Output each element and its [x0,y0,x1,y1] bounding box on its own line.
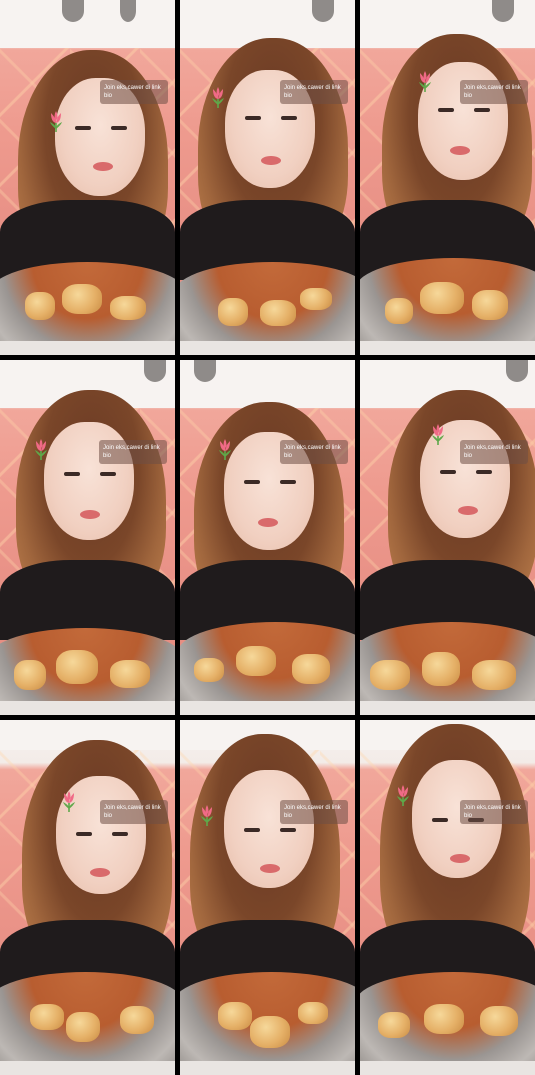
left-eye [245,116,261,120]
drip-blob [492,0,514,22]
food-piece [218,298,248,326]
lips [450,854,470,863]
food-piece [370,660,410,690]
right-eye [474,108,490,112]
table [0,701,175,715]
lips [80,510,100,519]
left-eye [76,832,92,836]
right-eye [112,832,128,836]
left-eye [64,472,80,476]
food-piece [236,646,276,676]
video-frame-8: Join eks,cawer di link bio [180,720,355,1075]
video-frame-5: Join eks,cawer di link bio [180,360,355,715]
lips [93,162,113,171]
table [360,341,535,355]
video-frame-2: Join eks,cawer di link bio [180,0,355,355]
lips [450,146,470,155]
face [224,770,314,888]
drip-blob [120,0,136,22]
food-piece [378,1012,410,1038]
food-piece [480,1006,518,1036]
right-eye [281,116,297,120]
right-eye [476,470,492,474]
drip-blob [312,0,334,22]
tulip-sticker-icon [397,785,409,806]
drip-blob [62,0,84,22]
food-piece [25,292,55,320]
food-piece [292,654,330,684]
lips [90,868,110,877]
caption-overlay: Join eks,cawer di link bio [100,80,168,104]
left-eye [440,470,456,474]
tulip-sticker-icon [432,424,444,445]
table [180,1061,355,1075]
table [0,341,175,355]
food-piece [120,1006,154,1034]
caption-overlay: Join eks,cawer di link bio [280,440,348,464]
food-piece [422,652,460,686]
caption-overlay: Join eks,cawer di link bio [280,800,348,824]
food-piece [194,658,224,682]
food-piece [110,296,146,320]
tulip-sticker-icon [219,439,231,460]
food-piece [110,660,150,688]
caption-overlay: Join eks,cawer di link bio [460,80,528,104]
food-piece [14,660,46,690]
food-piece [62,284,102,314]
right-eye [280,828,296,832]
caption-overlay: Join eks,cawer di link bio [460,440,528,464]
left-eye [75,126,91,130]
tulip-sticker-icon [201,805,213,826]
table [360,701,535,715]
food-piece [66,1012,100,1042]
right-eye [100,472,116,476]
caption-overlay: Join eks,cawer di link bio [460,800,528,824]
lips [261,156,281,165]
tulip-sticker-icon [63,791,75,812]
left-eye [432,818,448,822]
food-piece [260,300,296,326]
video-frame-4: Join eks,cawer di link bio [0,360,175,715]
table [180,701,355,715]
video-frame-9: Join eks,cawer di link bio [360,720,535,1075]
table [360,1061,535,1075]
food-piece [250,1016,290,1048]
food-piece [472,660,516,690]
food-piece [385,298,413,324]
drip-blob [144,360,166,382]
caption-overlay: Join eks,cawer di link bio [280,80,348,104]
tulip-sticker-icon [35,439,47,460]
food-piece [424,1004,464,1034]
food-piece [218,1002,252,1030]
caption-overlay: Join eks,cawer di link bio [100,800,168,824]
table [180,341,355,355]
caption-overlay: Join eks,cawer di link bio [99,440,167,464]
video-frame-1: Join eks,cawer di link bio [0,0,175,355]
food-piece [56,650,98,684]
lips [260,864,280,873]
top-strip [0,0,175,48]
lips [458,506,478,515]
drip-blob [194,360,216,382]
tulip-sticker-icon [419,71,431,92]
left-eye [244,828,260,832]
video-frame-3: Join eks,cawer di link bio [360,0,535,355]
food-piece [420,282,464,314]
food-piece [30,1004,64,1030]
left-eye [438,108,454,112]
food-piece [298,1002,328,1024]
lips [258,518,278,527]
video-frame-6: Join eks,cawer di link bio [360,360,535,715]
drip-blob [506,360,528,382]
right-eye [111,126,127,130]
food-piece [300,288,332,310]
tulip-sticker-icon [50,111,62,132]
tulip-sticker-icon [212,87,224,108]
left-eye [244,480,260,484]
video-frame-7: Join eks,cawer di link bio [0,720,175,1075]
table [0,1061,175,1075]
food-piece [472,290,508,320]
video-frame-grid: Join eks,cawer di link bio Join eks,cawe… [0,0,535,1075]
right-eye [280,480,296,484]
